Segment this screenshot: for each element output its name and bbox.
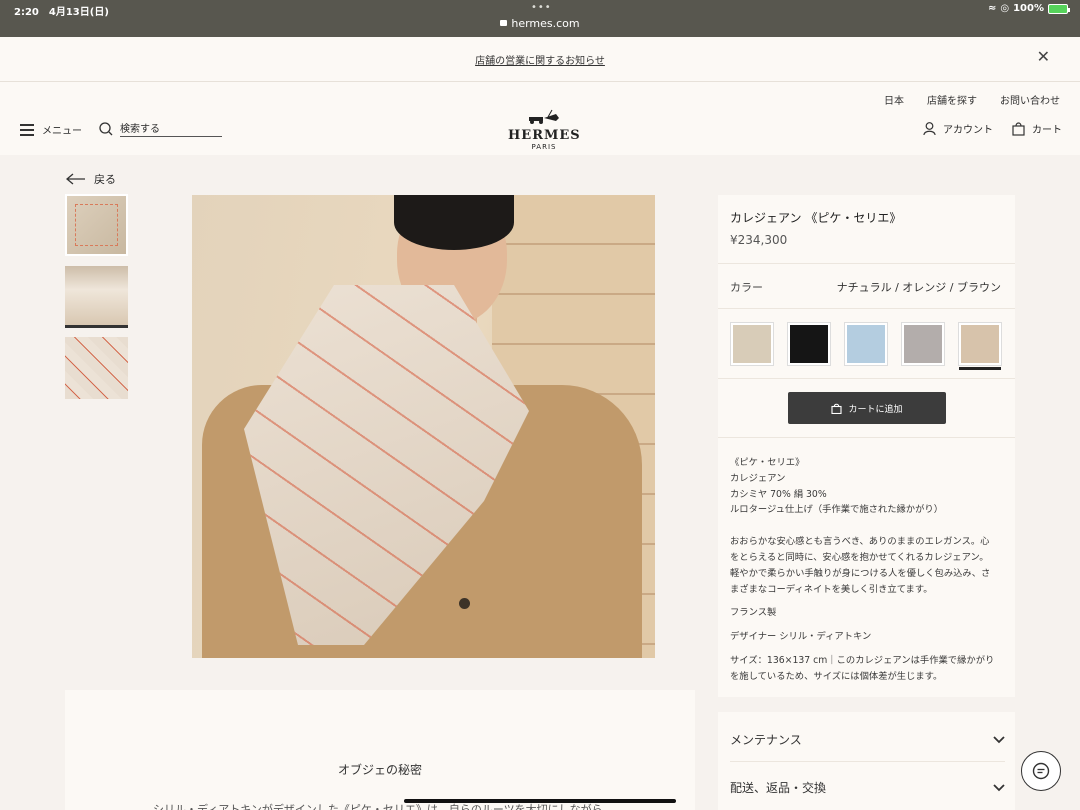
divider	[718, 308, 1015, 309]
logo-city: PARIS	[531, 143, 557, 151]
photo-coat-button	[459, 598, 470, 609]
description-line: おおらかな安心感とも言うべき、ありのままのエレガンス。心	[730, 536, 990, 548]
product-panel: カレジェアン 《ピケ・セリエ》 ¥234,300 カラー ナチュラル / オレン…	[718, 195, 1015, 697]
country-link[interactable]: 日本	[884, 92, 904, 107]
url-text: hermes.com	[511, 17, 580, 30]
cart-label: カート	[1032, 125, 1062, 136]
search-icon	[99, 121, 113, 135]
address-bar[interactable]: hermes.com	[0, 17, 1080, 30]
orientation-lock-icon: ◎	[1000, 3, 1010, 14]
search-input[interactable]: 検索する	[120, 120, 222, 137]
accordion-shipping-returns[interactable]: 配送、返品・交換	[730, 764, 1005, 810]
description-line: をとらえると同時に、安心感を抱かせてくれるカレジェアン。	[730, 551, 989, 563]
size-info: を施しているため、サイズには個体差が生じます。	[730, 670, 943, 682]
user-icon	[923, 121, 936, 135]
thumbnail-detail[interactable]	[65, 337, 128, 399]
tab-dots-icon[interactable]: •••	[531, 2, 552, 13]
photo-hair	[394, 195, 514, 250]
divider	[718, 263, 1015, 264]
store-notice-link[interactable]: 店舗の営業に関するお知らせ	[0, 52, 1080, 67]
description-line: カシミヤ 70% 絹 30%	[730, 488, 827, 500]
story-title: オブジェの秘密	[337, 763, 422, 777]
chat-bubble-icon	[1032, 762, 1050, 780]
account-button[interactable]: アカウント	[923, 121, 993, 136]
thumbnail-model[interactable]	[65, 266, 128, 328]
add-to-cart-label: カートに追加	[848, 404, 903, 415]
site-header: 日本 店舗を探す お問い合わせ メニュー 検索する HERMES PARIS ア…	[0, 82, 1080, 155]
product-price: ¥234,300	[730, 233, 788, 247]
account-label: アカウント	[943, 125, 993, 136]
battery-percent: 100%	[1013, 3, 1044, 14]
color-label: カラー	[730, 281, 763, 294]
chevron-down-icon	[993, 783, 1005, 791]
color-swatch[interactable]	[902, 323, 944, 365]
notice-bar: 店舗の営業に関するお知らせ ✕	[0, 37, 1080, 82]
arrow-left-icon	[66, 173, 85, 185]
search-box[interactable]: 検索する	[99, 120, 222, 137]
info-accordion: メンテナンス 配送、返品・交換	[718, 712, 1015, 810]
description-line: 《ピケ・セリエ》	[730, 457, 805, 468]
description-line: まざまなコーディネイトを美しく引き立てます。	[730, 583, 933, 595]
wifi-icon: ≈	[987, 3, 997, 14]
hamburger-icon	[20, 124, 34, 136]
description-line: ルロタージュ仕上げ（手作業で施された縁かがり）	[730, 504, 943, 516]
bag-icon	[1012, 121, 1025, 136]
color-swatch[interactable]	[788, 323, 830, 365]
home-indicator[interactable]	[404, 799, 676, 803]
close-icon[interactable]: ✕	[1037, 47, 1050, 66]
accordion-label: メンテナンス	[730, 733, 802, 747]
cart-button[interactable]: カート	[1012, 121, 1062, 136]
divider	[718, 437, 1015, 438]
thumbnail-scarf-flat[interactable]	[65, 194, 128, 256]
status-time: 2:20 4月13日(日)	[14, 7, 109, 18]
divider	[730, 761, 1005, 762]
accordion-label: 配送、返品・交換	[730, 781, 827, 795]
status-bar: 2:20 4月13日(日) ••• hermes.com ≈ ◎ 100%	[0, 0, 1080, 37]
contact-link[interactable]: お問い合わせ	[1000, 92, 1060, 107]
carriage-logo-icon	[529, 109, 559, 124]
divider	[718, 378, 1015, 379]
back-label: 戻る	[94, 173, 116, 186]
color-swatch[interactable]	[731, 323, 773, 365]
menu-button[interactable]: メニュー	[20, 122, 82, 137]
color-value: ナチュラル / オレンジ / ブラウン	[836, 281, 1001, 294]
battery-icon	[1048, 3, 1070, 14]
chevron-down-icon	[993, 735, 1005, 743]
product-main-image	[192, 195, 655, 658]
store-finder-link[interactable]: 店舗を探す	[927, 92, 977, 107]
back-link[interactable]: 戻る	[66, 171, 116, 187]
bag-icon	[831, 403, 843, 414]
designer: デザイナー シリル・ディアトキン	[730, 631, 872, 643]
product-description: 《ピケ・セリエ》 カレジェアン カシミヤ 70% 絹 30% ルロタージュ仕上げ…	[730, 455, 1006, 685]
product-name: カレジェアン 《ピケ・セリエ》	[730, 211, 902, 225]
top-links: 日本 店舗を探す お問い合わせ	[884, 92, 1060, 107]
color-swatch[interactable]	[959, 323, 1001, 370]
description-line: カレジェアン	[730, 472, 786, 484]
status-indicators: ≈ ◎ 100%	[987, 3, 1070, 14]
accordion-maintenance[interactable]: メンテナンス	[730, 716, 1005, 763]
size-info: サイズ：136×137 cm｜このカレジェアンは手作業で縁かがり	[730, 654, 995, 666]
story-card: オブジェの秘密 シリル・ディアトキンがデザインした《ピケ・セリエ》は、自らのルー…	[65, 690, 695, 810]
chat-button[interactable]	[1021, 751, 1061, 791]
logo-word: HERMES	[508, 128, 581, 143]
hermes-logo[interactable]: HERMES PARIS	[508, 108, 580, 151]
lock-icon	[500, 20, 508, 26]
menu-label: メニュー	[42, 126, 82, 137]
color-swatch[interactable]	[845, 323, 887, 365]
made-in: フランス製	[730, 607, 777, 619]
add-to-cart-button[interactable]: カートに追加	[788, 392, 946, 424]
description-line: 軽やかで柔らかい手触りが身につける人を優しく包み込み、さ	[730, 567, 991, 579]
